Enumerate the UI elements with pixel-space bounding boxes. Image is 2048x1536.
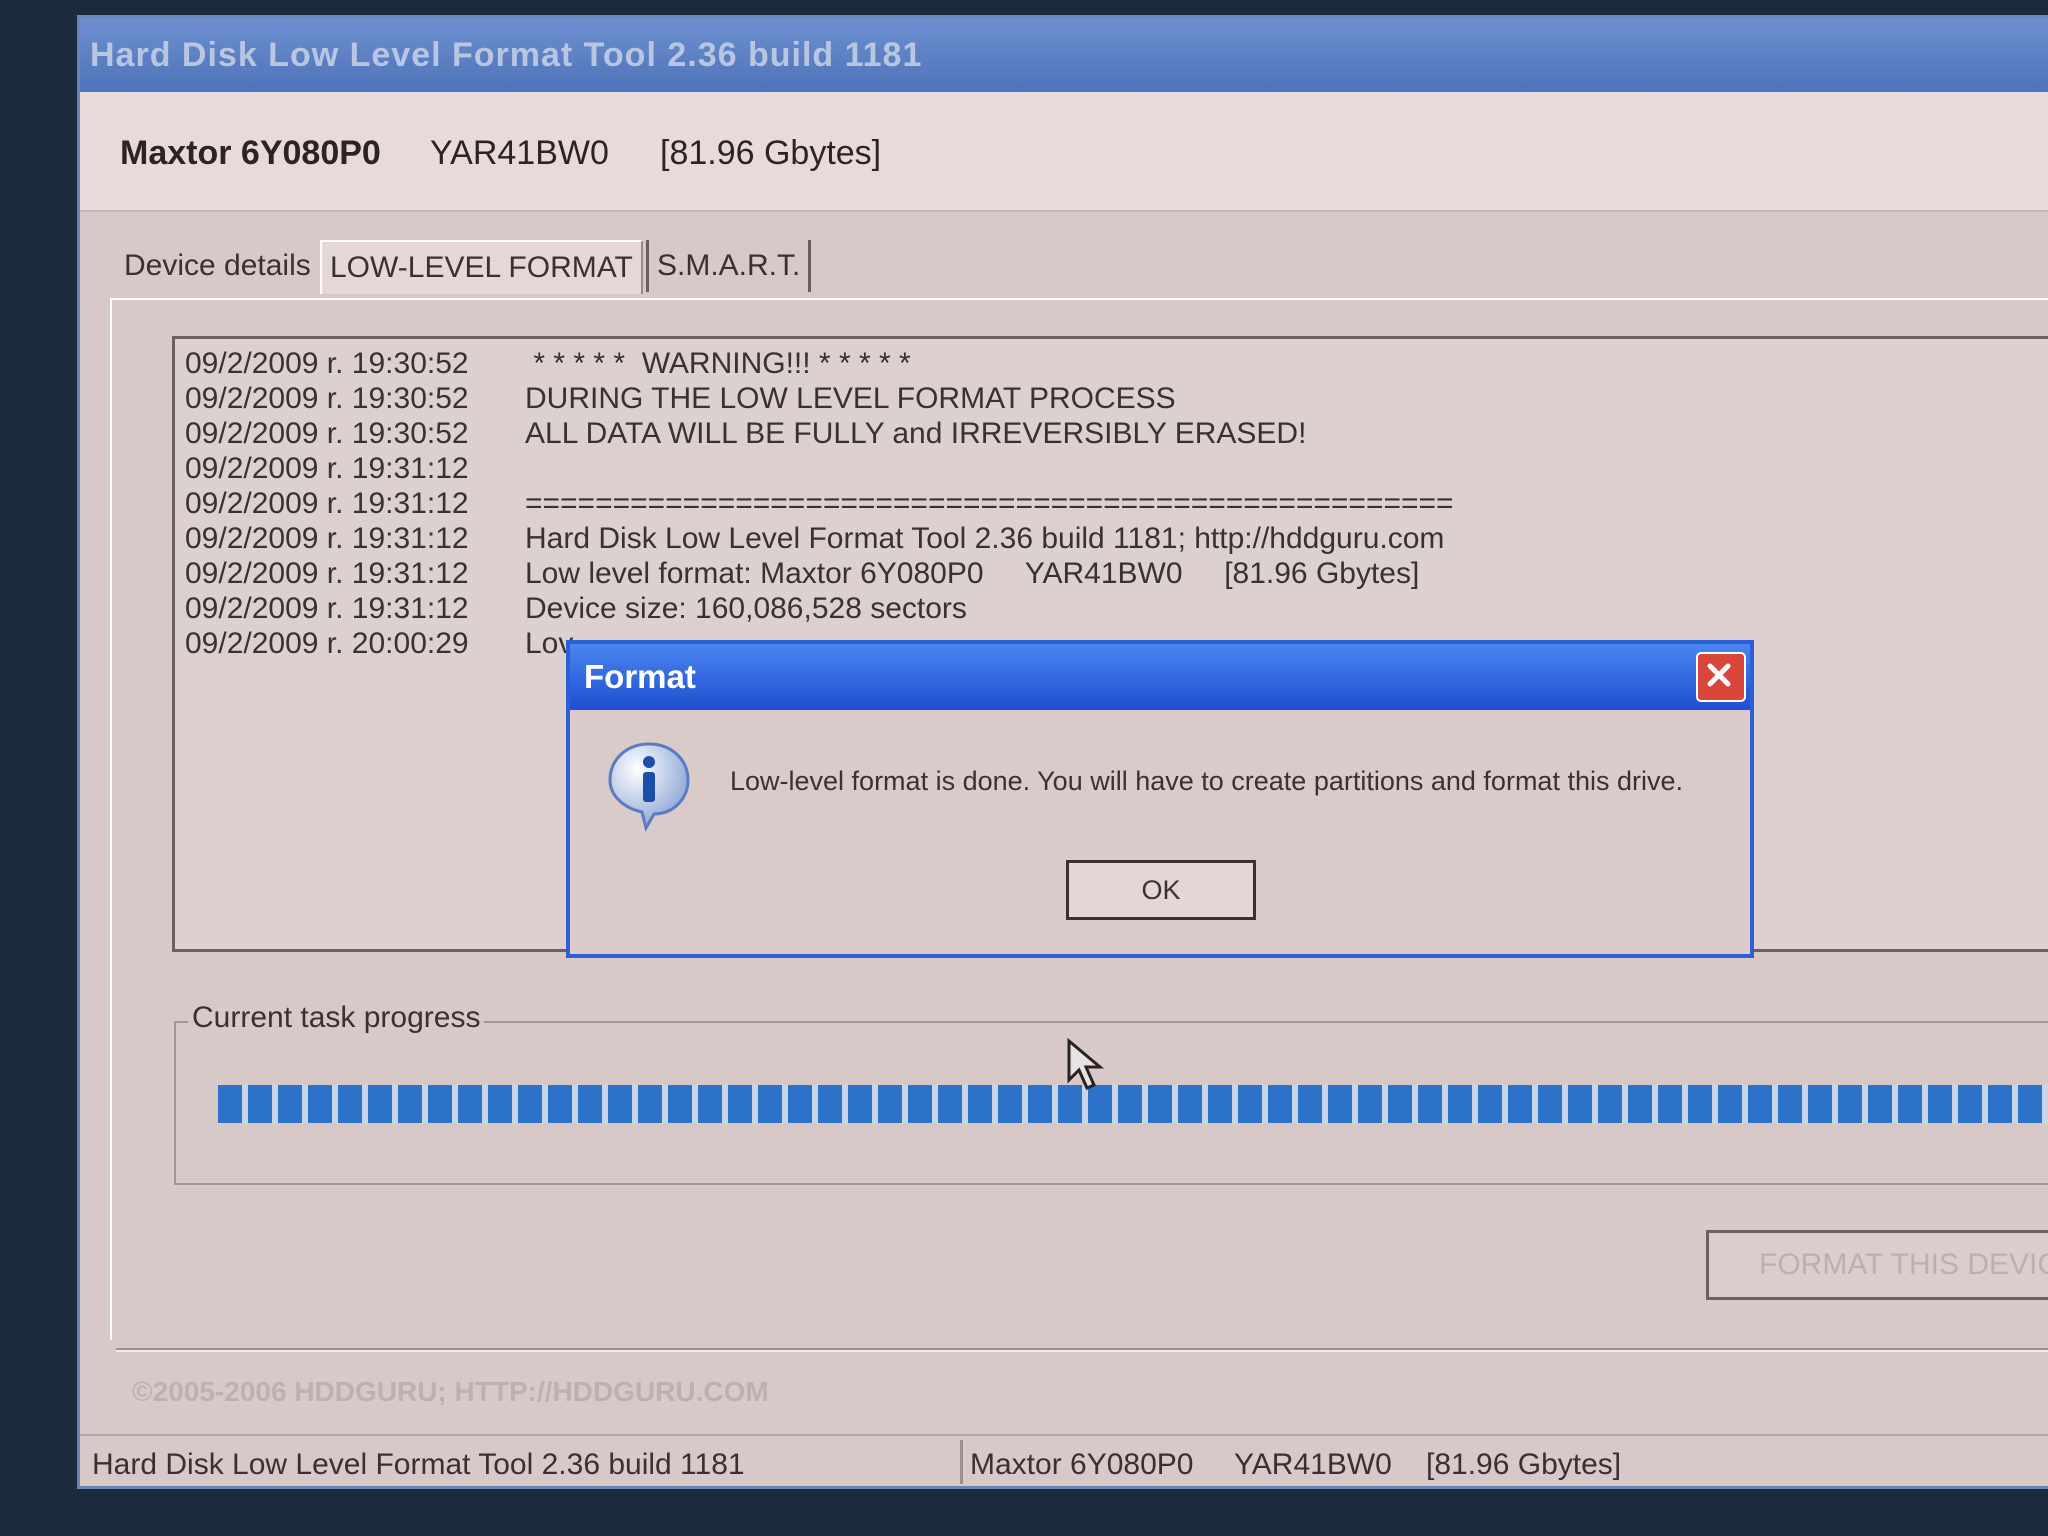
format-dialog: Format Low-level format is done. You wil…	[566, 640, 1754, 958]
dialog-title-bar[interactable]: Format	[570, 644, 1750, 710]
tab-device-details[interactable]: Device details	[116, 240, 319, 292]
status-divider	[960, 1440, 963, 1484]
tab-smart[interactable]: S.M.A.R.T.	[646, 240, 812, 292]
format-device-button[interactable]: FORMAT THIS DEVICE	[1706, 1230, 2048, 1300]
status-app-name: Hard Disk Low Level Format Tool 2.36 bui…	[92, 1448, 745, 1481]
status-bar: Hard Disk Low Level Format Tool 2.36 bui…	[80, 1434, 2048, 1488]
tab-low-level-format[interactable]: LOW-LEVEL FORMAT	[320, 240, 643, 294]
divider	[116, 1348, 2048, 1352]
title-bar[interactable]: Hard Disk Low Level Format Tool 2.36 bui…	[80, 18, 2048, 92]
device-model: Maxtor 6Y080P0	[120, 134, 381, 172]
log-entry: 09/2/2009 r. 19:31:12	[185, 452, 469, 485]
device-size: [81.96 Gbytes]	[660, 134, 882, 172]
log-entry: 09/2/2009 r. 19:30:52 * * * * * WARNING!…	[185, 347, 911, 380]
log-entry: 09/2/2009 r. 19:30:52 ALL DATA WILL BE FU…	[185, 417, 1307, 450]
current-task-progress-group: Current task progress	[174, 1001, 2048, 1185]
info-icon	[606, 740, 692, 837]
status-firmware: YAR41BW0	[1234, 1448, 1392, 1481]
log-entry: 09/2/2009 r. 19:30:52 DURING THE LOW LEVE…	[185, 382, 1176, 415]
dialog-message: Low-level format is done. You will have …	[730, 766, 1683, 796]
copyright-text: ©2005-2006 HDDGURU; HTTP://HDDGURU.COM	[132, 1376, 769, 1407]
device-header: Maxtor 6Y080P0 YAR41BW0 [81.96 Gbytes]	[80, 92, 2048, 212]
close-icon[interactable]	[1696, 652, 1746, 702]
log-entry: 09/2/2009 r. 20:00:29 Lov	[185, 627, 574, 660]
status-model: Maxtor 6Y080P0	[970, 1448, 1194, 1481]
status-size: [81.96 Gbytes]	[1426, 1448, 1622, 1481]
mouse-cursor-icon	[1066, 1037, 1106, 1099]
device-firmware: YAR41BW0	[430, 134, 609, 172]
log-entry: 09/2/2009 r. 19:31:12 ===================…	[185, 487, 1454, 520]
window-title: Hard Disk Low Level Format Tool 2.36 bui…	[90, 36, 923, 74]
progress-label: Current task progress	[188, 1001, 485, 1035]
log-entry: 09/2/2009 r. 19:31:12 Low level format: M…	[185, 557, 1420, 590]
log-entry: 09/2/2009 r. 19:31:12 Hard Disk Low Level…	[185, 522, 1445, 555]
log-entry: 09/2/2009 r. 19:31:12 Device size: 160,08…	[185, 592, 967, 625]
dialog-title: Format	[584, 658, 696, 695]
progress-bar	[218, 1085, 2048, 1123]
ok-button[interactable]: OK	[1066, 860, 1256, 920]
